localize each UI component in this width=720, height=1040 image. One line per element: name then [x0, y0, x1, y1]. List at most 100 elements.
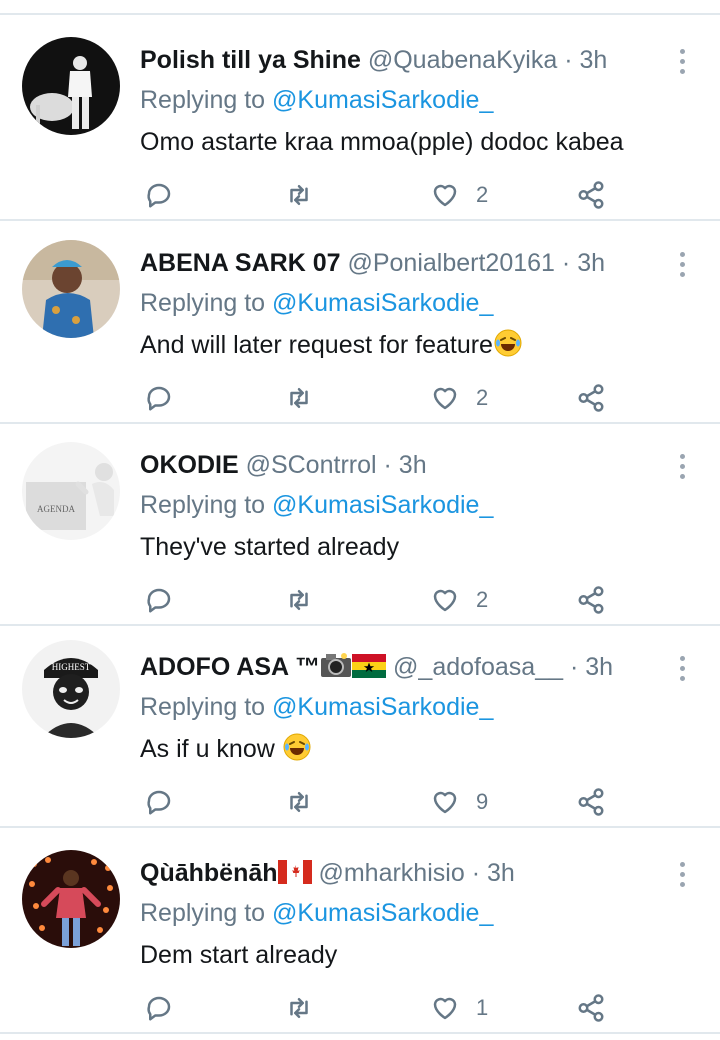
separator-dot: ·: [569, 653, 579, 681]
timestamp[interactable]: 3h: [579, 46, 607, 74]
user-handle[interactable]: @SContrrol: [246, 451, 377, 479]
more-vertical-icon: [679, 454, 685, 459]
user-handle[interactable]: @_adofoasa__: [393, 653, 563, 681]
replying-to: Replying to @KumasiSarkodie_: [140, 83, 493, 117]
mention-link[interactable]: @KumasiSarkodie_: [272, 86, 493, 114]
more-vertical-icon: [679, 252, 685, 257]
retweet-icon: [290, 185, 308, 205]
display-name[interactable]: Qùāhbënāh: [140, 859, 278, 887]
tweet-item[interactable]: ABENA SARK 07 @Ponialbert20161 · 3h Repl…: [0, 218, 720, 424]
ghana-flag-icon: [352, 654, 387, 678]
tweet-item[interactable]: HIGHEST ADOFO ASA ™ @_adofoasa__ · 3h Re…: [0, 622, 720, 828]
tweet-text-content: As if u know: [140, 735, 282, 763]
tweet-header: ABENA SARK 07 @Ponialbert20161 · 3h: [140, 246, 605, 280]
divider: [0, 1032, 720, 1034]
avatar[interactable]: [22, 240, 120, 338]
reply-button[interactable]: [144, 175, 174, 215]
heart-icon: [433, 589, 457, 612]
more-vertical-icon: [679, 862, 685, 867]
tweet-item[interactable]: Polish till ya Shine @QuabenaKyika · 3h …: [0, 15, 720, 221]
tweet-actions: 2: [140, 580, 620, 620]
like-count: 2: [476, 587, 489, 612]
more-options-button[interactable]: [670, 49, 694, 79]
reply-button[interactable]: [144, 782, 174, 822]
display-name[interactable]: Polish till ya Shine: [140, 46, 361, 74]
display-name[interactable]: ABENA SARK 07: [140, 249, 341, 277]
replying-to: Replying to @KumasiSarkodie_: [140, 896, 493, 930]
tweet-text: Omo astarte kraa mmoa(pple) dodoc kabea: [140, 128, 624, 156]
reply-icon: [147, 386, 171, 411]
tweet-header: ADOFO ASA ™ @_adofoasa__ · 3h: [140, 650, 613, 684]
share-button[interactable]: [576, 175, 606, 215]
more-options-button[interactable]: [670, 454, 694, 484]
laughing-emoji-icon: [283, 733, 311, 761]
tweet-header: OKODIE @SContrrol · 3h: [140, 448, 427, 482]
reply-button[interactable]: [144, 580, 174, 620]
tweet-text-content: And will later request for feature: [140, 331, 493, 359]
timestamp[interactable]: 3h: [585, 653, 613, 681]
separator-dot: ·: [471, 859, 481, 887]
user-handle[interactable]: @QuabenaKyika: [368, 46, 557, 74]
mention-link[interactable]: @KumasiSarkodie_: [272, 693, 493, 721]
replying-to-label: Replying to: [140, 693, 266, 721]
tweet-actions: 9: [140, 782, 620, 822]
retweet-button[interactable]: [284, 782, 314, 822]
tweet-actions: 2: [140, 175, 620, 215]
timestamp[interactable]: 3h: [399, 451, 427, 479]
retweet-button[interactable]: [284, 580, 314, 620]
tweet-actions: 1: [140, 988, 620, 1028]
mention-link[interactable]: @KumasiSarkodie_: [272, 899, 493, 927]
mention-link[interactable]: @KumasiSarkodie_: [272, 289, 493, 317]
tweet-actions: 2: [140, 378, 620, 418]
timestamp[interactable]: 3h: [577, 249, 605, 277]
like-button[interactable]: 2: [430, 175, 488, 215]
like-button[interactable]: 9: [430, 782, 488, 822]
heart-icon: [433, 791, 457, 814]
mention-link[interactable]: @KumasiSarkodie_: [272, 491, 493, 519]
retweet-icon: [290, 388, 308, 408]
more-options-button[interactable]: [670, 252, 694, 282]
share-button[interactable]: [576, 782, 606, 822]
retweet-icon: [290, 998, 308, 1018]
tweet-text: As if u know: [140, 730, 312, 768]
avatar[interactable]: AGENDA: [22, 442, 120, 540]
heart-icon: [433, 387, 457, 410]
avatar[interactable]: [22, 850, 120, 948]
retweet-button[interactable]: [284, 378, 314, 418]
retweet-button[interactable]: [284, 988, 314, 1028]
tweet-item[interactable]: AGENDA OKODIE @SContrrol · 3h Replying t…: [0, 420, 720, 626]
reply-icon: [147, 790, 171, 815]
share-button[interactable]: [576, 580, 606, 620]
reply-button[interactable]: [144, 378, 174, 418]
share-icon: [578, 994, 604, 1022]
heart-icon: [433, 184, 457, 207]
reply-icon: [147, 588, 171, 613]
retweet-icon: [290, 792, 308, 812]
timestamp[interactable]: 3h: [487, 859, 515, 887]
user-handle[interactable]: @mharkhisio: [318, 859, 464, 887]
more-options-button[interactable]: [670, 862, 694, 892]
share-button[interactable]: [576, 378, 606, 418]
like-button[interactable]: 2: [430, 378, 488, 418]
like-button[interactable]: 2: [430, 580, 488, 620]
display-name[interactable]: OKODIE: [140, 451, 239, 479]
avatar[interactable]: HIGHEST: [22, 640, 120, 738]
display-name[interactable]: ADOFO ASA ™: [140, 653, 320, 681]
more-vertical-icon: [679, 656, 685, 661]
retweet-button[interactable]: [284, 175, 314, 215]
avatar[interactable]: [22, 37, 120, 135]
tweet-item[interactable]: Qùāhbënāh @mharkhisio · 3h Replying to @…: [0, 828, 720, 1034]
share-button[interactable]: [576, 988, 606, 1028]
user-handle[interactable]: @Ponialbert20161: [347, 249, 554, 277]
separator-dot: ·: [561, 249, 571, 277]
replying-to-label: Replying to: [140, 289, 266, 317]
canada-flag-icon: [277, 860, 312, 884]
reply-icon: [147, 996, 171, 1021]
tweet-header: Polish till ya Shine @QuabenaKyika · 3h: [140, 43, 607, 77]
tweet-text: Dem start already: [140, 941, 338, 969]
tweet-header: Qùāhbënāh @mharkhisio · 3h: [140, 856, 515, 890]
like-button[interactable]: 1: [430, 988, 488, 1028]
more-options-button[interactable]: [670, 656, 694, 686]
reply-button[interactable]: [144, 988, 174, 1028]
replying-to: Replying to @KumasiSarkodie_: [140, 488, 493, 522]
